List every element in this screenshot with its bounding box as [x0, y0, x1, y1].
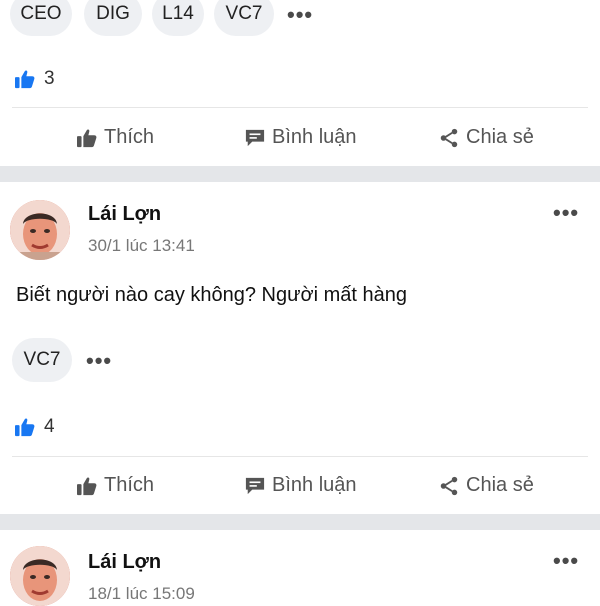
thumbs-up-icon: [77, 128, 97, 147]
comment-icon: [245, 129, 265, 146]
tag-chip[interactable]: CEO: [10, 0, 72, 36]
thumbs-up-icon: [15, 70, 35, 89]
more-tags-icon[interactable]: •••: [287, 4, 313, 26]
tag-chip[interactable]: L14: [152, 0, 204, 36]
divider: [12, 107, 588, 108]
post-content: Biết người nào cay không? Người mất hàng: [16, 284, 408, 306]
tag-chip[interactable]: VC7: [12, 338, 72, 382]
tag-chip[interactable]: DIG: [84, 0, 142, 36]
author-name[interactable]: Lái Lợn: [88, 551, 161, 574]
post-separator: [0, 166, 600, 182]
post-timestamp[interactable]: 30/1 lúc 13:41: [88, 236, 195, 256]
share-button[interactable]: Chia sẻ: [438, 126, 534, 149]
author-name[interactable]: Lái Lợn: [88, 203, 161, 226]
avatar[interactable]: [10, 546, 70, 606]
like-count-value: 4: [44, 416, 55, 437]
like-button[interactable]: Thích: [76, 126, 154, 149]
share-button-label: Chia sẻ: [466, 126, 534, 148]
share-button[interactable]: Chia sẻ: [438, 474, 534, 497]
share-button-label: Chia sẻ: [466, 474, 534, 496]
post-separator: [0, 514, 600, 530]
thumbs-up-icon: [15, 418, 35, 437]
like-count[interactable]: 3: [14, 68, 55, 90]
comment-button[interactable]: Bình luận: [244, 474, 357, 497]
like-button-label: Thích: [104, 126, 155, 148]
share-icon: [440, 476, 458, 495]
thumbs-up-icon: [77, 476, 97, 495]
like-count[interactable]: 4: [14, 416, 55, 438]
share-icon: [440, 128, 458, 147]
comment-icon: [245, 477, 265, 494]
divider: [12, 456, 588, 457]
comment-button-label: Bình luận: [272, 474, 357, 496]
like-count-value: 3: [44, 68, 55, 89]
tag-chip[interactable]: VC7: [214, 0, 274, 36]
more-tags-icon[interactable]: •••: [86, 350, 112, 372]
post-timestamp[interactable]: 18/1 lúc 15:09: [88, 584, 195, 604]
comment-button[interactable]: Bình luận: [244, 126, 357, 149]
comment-button-label: Bình luận: [272, 126, 357, 148]
more-icon[interactable]: •••: [553, 202, 579, 224]
more-icon[interactable]: •••: [553, 550, 579, 572]
like-button[interactable]: Thích: [76, 474, 154, 497]
like-button-label: Thích: [104, 474, 155, 496]
avatar[interactable]: [10, 200, 70, 260]
